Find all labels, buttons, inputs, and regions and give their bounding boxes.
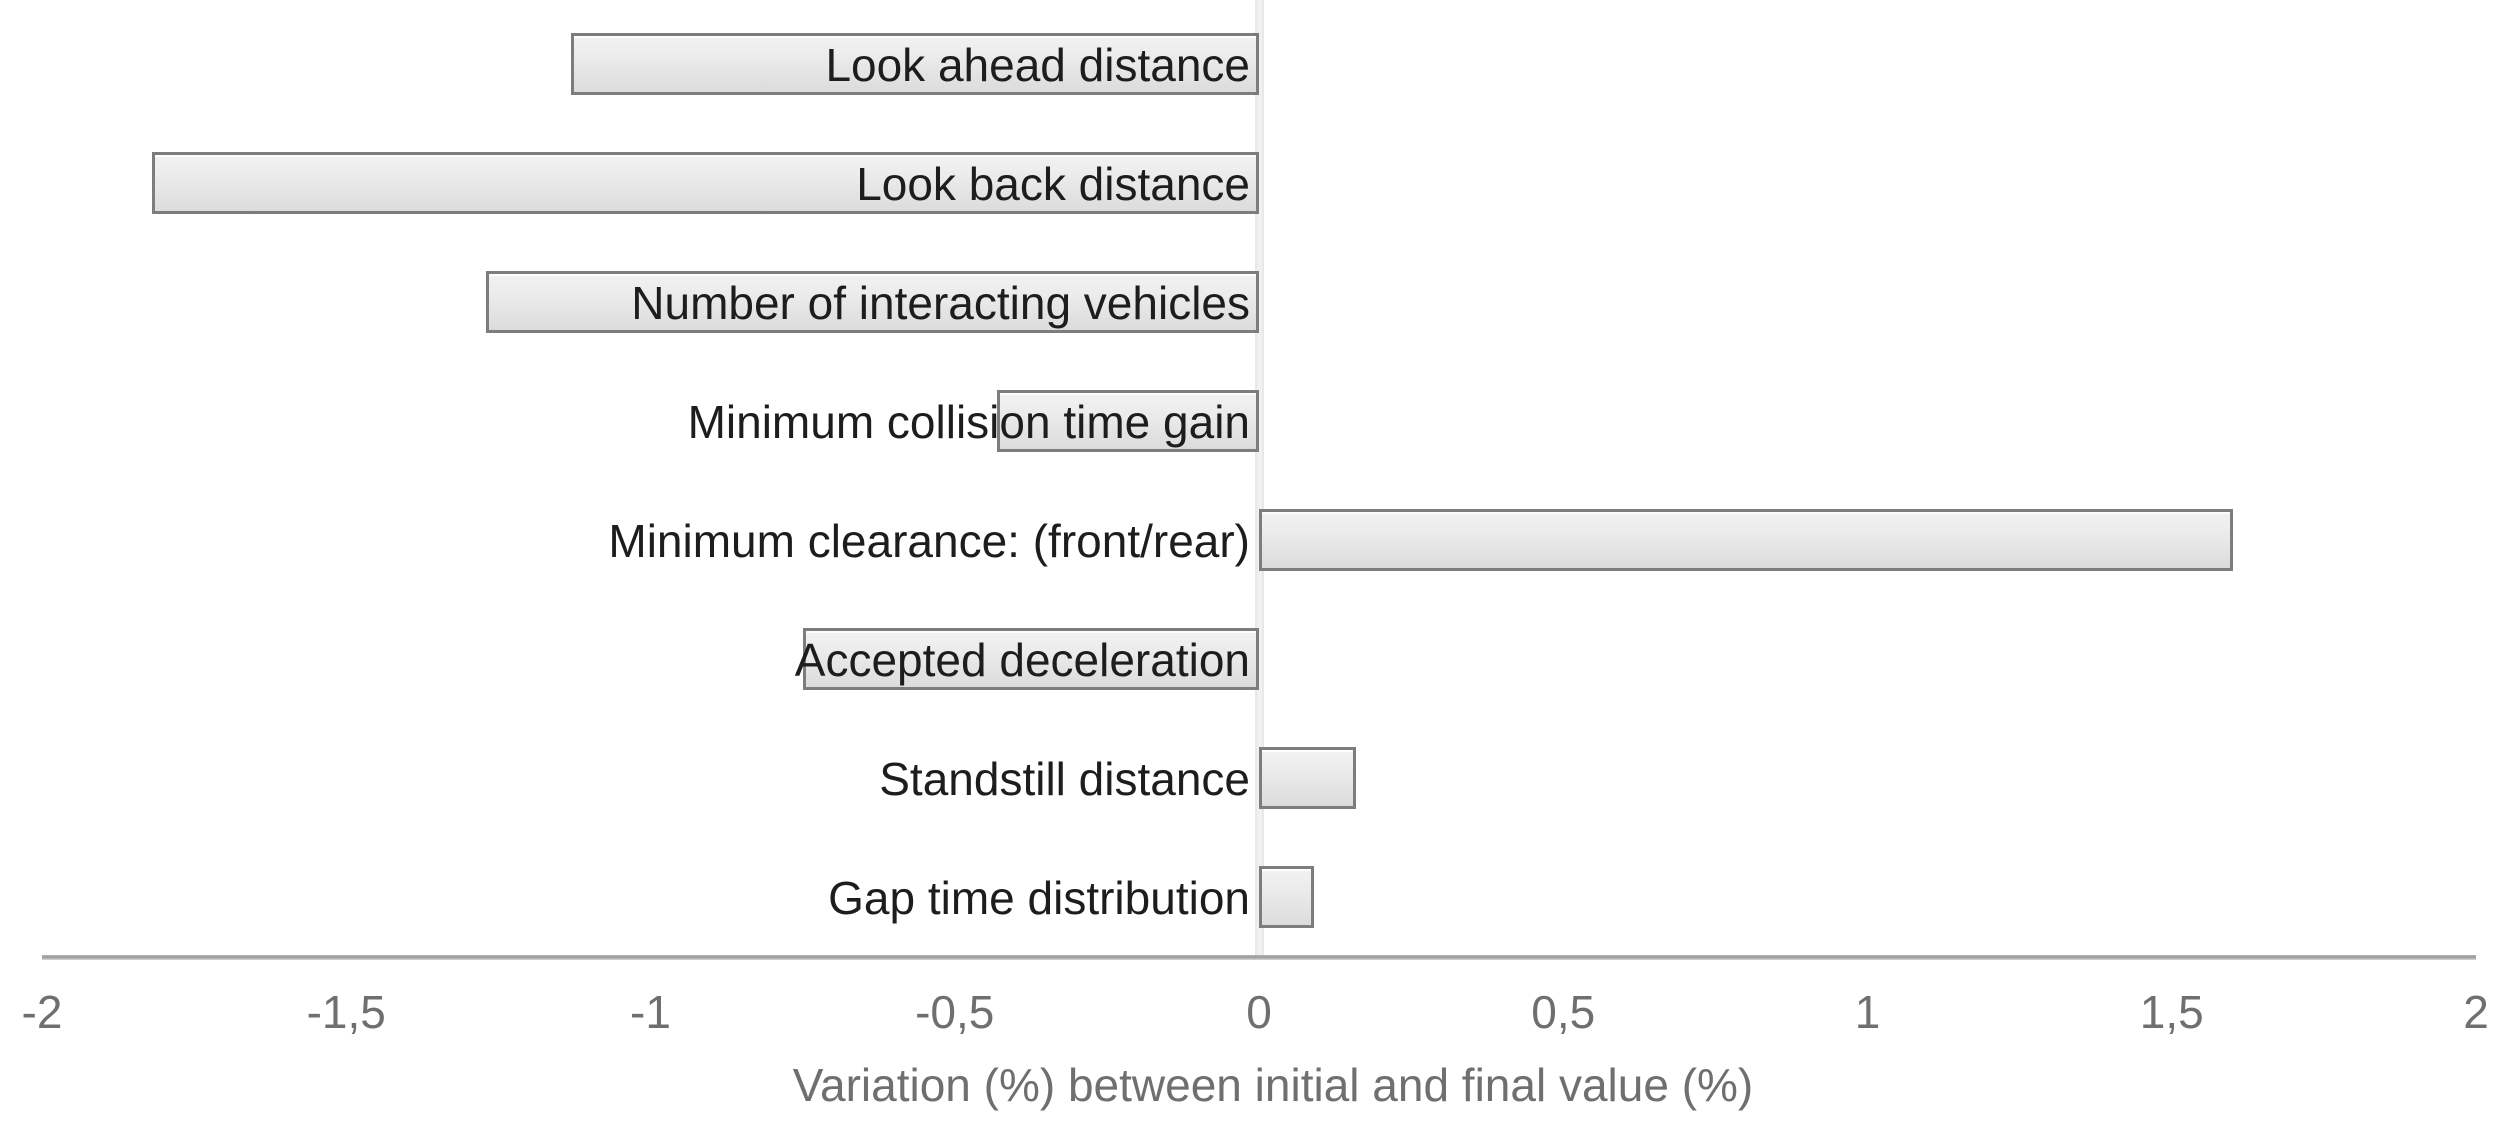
x-tick-label: -2	[22, 985, 63, 1039]
bar-row: Look back distance	[0, 125, 2498, 244]
x-tick-label: 0,5	[1531, 985, 1595, 1039]
category-label: Look back distance	[856, 153, 1250, 215]
category-label: Minimum clearance: (front/rear)	[608, 510, 1250, 572]
x-axis-line	[42, 955, 2476, 960]
bar-7	[1259, 747, 1356, 809]
x-tick-label: -1,5	[307, 985, 386, 1039]
x-axis-title-text: Variation (%) between initial and final …	[793, 1058, 1754, 1112]
x-tick-label: -0,5	[915, 985, 994, 1039]
x-tick-label: 1,5	[2140, 985, 2204, 1039]
bar-row: Minimum collision time gain	[0, 363, 2498, 482]
x-tick-label: 1	[1855, 985, 1881, 1039]
category-label: Gap time distribution	[828, 867, 1250, 929]
bar-row: Standstill distance	[0, 720, 2498, 839]
category-label: Standstill distance	[879, 748, 1250, 810]
x-axis-title: Variation (%) between initial and final …	[0, 1058, 2498, 1112]
bar-8	[1259, 866, 1314, 928]
bar-row: Minimum clearance: (front/rear)	[0, 482, 2498, 601]
bar-row: Gap time distribution	[0, 839, 2498, 958]
x-tick-label: -1	[630, 985, 671, 1039]
bar-row: Accepted deceleration	[0, 601, 2498, 720]
x-tick-label: 0	[1246, 985, 1272, 1039]
category-label: Accepted deceleration	[795, 629, 1250, 691]
bar-row: Number of interacting vehicles	[0, 244, 2498, 363]
bar-5	[1259, 509, 2233, 571]
tornado-bar-chart: Look ahead distance Look back distance Num…	[0, 0, 2498, 1139]
plot-area: Look ahead distance Look back distance Num…	[0, 0, 2498, 960]
x-tick-label: 2	[2463, 985, 2489, 1039]
category-label: Minimum collision time gain	[688, 391, 1250, 453]
bar-row: Look ahead distance	[0, 6, 2498, 125]
category-label: Look ahead distance	[825, 34, 1250, 96]
category-label: Number of interacting vehicles	[631, 272, 1250, 334]
